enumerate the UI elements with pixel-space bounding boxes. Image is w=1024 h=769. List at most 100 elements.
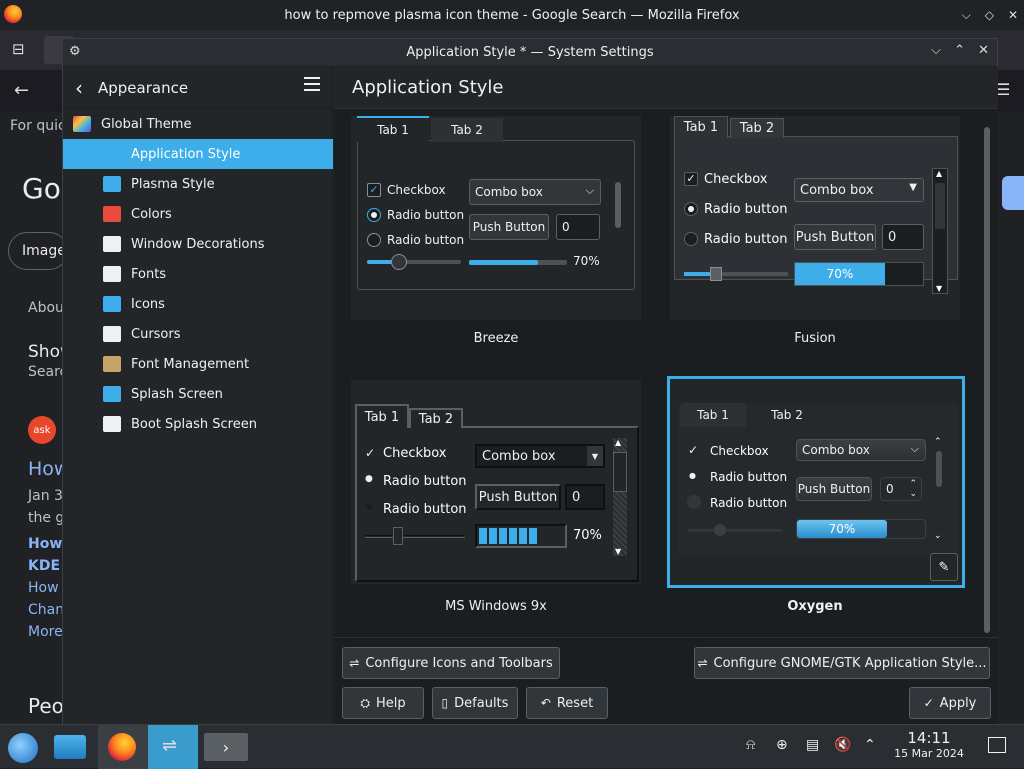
tab-list-icon[interactable]: ⊟ [12,40,25,58]
style-preview-breeze[interactable]: Tab 1 Tab 2 ✓ Checkbox Radio button Radi… [350,115,642,321]
sidebar-item-fonts[interactable]: Fonts [63,259,333,289]
scroll-up-icon[interactable]: ▲ [615,438,621,447]
application-launcher[interactable] [0,725,50,769]
combo-box[interactable]: Combo box ⌵ [796,439,926,461]
spin-box[interactable]: 0 [882,224,924,250]
sidebar-item-global-theme[interactable]: Global Theme [63,109,333,139]
checkbox-check-icon[interactable]: ✓ [367,183,381,197]
minimize-icon[interactable]: ⌵ [962,8,971,23]
reset-button[interactable]: ↶ Reset [526,687,608,719]
push-button[interactable]: Push Button [469,214,549,240]
close-icon[interactable]: ✕ [978,43,989,58]
scroll-down-icon[interactable]: ⌄ [934,531,942,541]
back-arrow-icon[interactable]: ← [14,80,29,101]
combo-box[interactable]: Combo box ⌵ [469,179,601,205]
configure-gtk-style-button[interactable]: ⇌ Configure GNOME/GTK Application Style..… [694,647,990,679]
radio-button-off[interactable] [367,233,381,247]
back-arrow-icon[interactable]: ‹ [75,76,83,100]
slider-handle[interactable] [391,254,407,270]
help-button[interactable]: ⛭ Help [342,687,424,719]
tab-2[interactable]: Tab 2 [730,118,784,138]
slider-handle[interactable] [710,267,722,281]
tab-2[interactable]: Tab 2 [409,408,463,428]
style-preview-oxygen[interactable]: Tab 1 Tab 2 ✓ Checkbox ● Radio button Ra… [667,376,965,588]
tab-2[interactable]: Tab 2 [754,403,820,427]
style-preview-fusion[interactable]: Tab 1 Tab 2 ✓ Checkbox Radio button Radi… [669,115,961,321]
volume-muted-icon[interactable]: 🔇 [834,737,851,753]
task-dolphin[interactable] [48,725,98,769]
radio-button-on[interactable]: ● [365,474,373,484]
checkbox-check-icon[interactable]: ✓ [688,443,698,457]
edit-pencil-icon[interactable]: ✎ [930,553,958,581]
result-link[interactable]: Chan [28,602,64,618]
scroll-thumb[interactable] [936,451,942,487]
scroll-up-icon[interactable]: ⌃ [934,437,942,447]
apply-button[interactable]: ✓ Apply [909,687,991,719]
tab-1[interactable]: Tab 1 [674,116,728,138]
radio-button-on[interactable]: ● [689,471,696,480]
minimize-icon[interactable]: ⌵ [931,43,941,58]
scrollbar[interactable] [615,182,621,228]
spin-box[interactable]: 0 [565,484,605,510]
sidebar-item-window-decorations[interactable]: Window Decorations [63,229,333,259]
checkbox-check-icon[interactable]: ✓ [684,172,698,186]
push-button[interactable]: Push Button [796,477,872,501]
result-link[interactable]: How [28,536,62,552]
slider-handle[interactable] [393,527,403,545]
push-button[interactable]: Push Button [475,484,561,510]
content-scrollbar[interactable] [984,127,990,633]
radio-button-off[interactable] [684,232,698,246]
maximize-icon[interactable]: ⌃ [954,43,965,58]
task-system-settings[interactable]: ⇌ [148,725,198,769]
network-icon[interactable]: ⊕ [776,737,788,753]
result-link[interactable]: More [28,624,63,640]
combo-box[interactable]: Combo box ▼ [475,444,605,468]
scrollbar[interactable]: ▲ ▼ [613,438,627,556]
defaults-button[interactable]: ▯ Defaults [432,687,518,719]
radio-button-on[interactable] [684,202,698,216]
show-desktop-icon[interactable] [988,737,1006,753]
checkbox-check-icon[interactable]: ✓ [365,446,375,460]
sidebar-item-cursors[interactable]: Cursors [63,319,333,349]
tab-1[interactable]: Tab 1 [680,403,746,427]
scroll-thumb[interactable] [935,183,945,229]
scroll-up-icon[interactable]: ▲ [936,169,942,178]
configure-icons-toolbars-button[interactable]: ⇌ Configure Icons and Toolbars [342,647,560,679]
settings-app-icon[interactable]: ⚙ [69,44,81,59]
tab-1[interactable]: Tab 1 [355,404,409,428]
slider-handle[interactable] [714,524,726,536]
close-icon[interactable]: ✕ [1008,8,1018,22]
task-konsole[interactable]: › [200,725,250,769]
app-menu-icon[interactable]: ☰ [996,80,1010,99]
sidebar-item-splash-screen[interactable]: Splash Screen [63,379,333,409]
search-button[interactable] [1002,176,1024,210]
sidebar-item-colors[interactable]: Colors [63,199,333,229]
scroll-down-icon[interactable]: ▼ [615,547,621,556]
sidebar-item-font-management[interactable]: Font Management [63,349,333,379]
sidebar-item-boot-splash-screen[interactable]: Boot Splash Screen [63,409,333,439]
tab-2[interactable]: Tab 2 [431,118,503,142]
scroll-thumb[interactable] [613,452,627,492]
scrollbar[interactable]: ▲ ▼ [932,168,948,294]
scroll-down-icon[interactable]: ▼ [936,284,942,293]
style-preview-windows9x[interactable]: Tab 1 Tab 2 ✓ Checkbox ● Radio button ● … [350,379,642,585]
radio-button-on[interactable] [367,208,381,222]
radio-button-off[interactable] [687,495,701,509]
combo-box[interactable]: Combo box ▼ [794,178,924,202]
spin-box[interactable]: 0 [556,214,600,240]
keep-above-icon[interactable]: ◇ [985,8,994,22]
spin-box[interactable]: 0 ⌃ ⌄ [880,477,922,501]
tray-expand-icon[interactable]: ⌃ [864,737,876,753]
scrollbar[interactable]: ⌃ ⌄ [934,437,944,541]
hamburger-menu-icon[interactable] [304,77,320,91]
clipboard-icon[interactable]: ▤ [806,737,819,753]
digital-clock[interactable]: 14:11 15 Mar 2024 [890,729,968,760]
sidebar-item-plasma-style[interactable]: Plasma Style [63,169,333,199]
result-link[interactable]: KDE [28,558,60,574]
tab-1[interactable]: Tab 1 [357,116,429,142]
notifications-icon[interactable]: ⍾ [746,737,755,753]
task-firefox[interactable] [98,725,148,769]
sidebar-item-application-style[interactable]: Application Style [63,139,333,169]
radio-button-off[interactable]: ● [365,502,373,512]
push-button[interactable]: Push Button [794,224,876,250]
